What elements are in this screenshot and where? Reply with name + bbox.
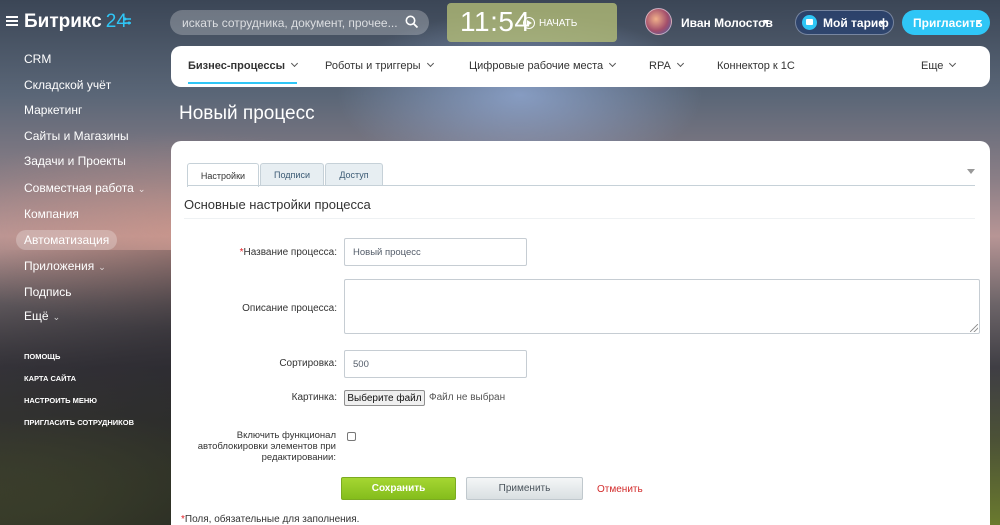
sidebar-link-invite-employees[interactable]: ПРИГЛАСИТЬ СОТРУДНИКОВ — [24, 418, 134, 427]
image-label: Картинка: — [291, 392, 337, 403]
subnav-label: Цифровые рабочие места — [469, 60, 604, 72]
autolock-label: Включить функционал автоблокировки элеме… — [197, 430, 336, 463]
process-name-input[interactable] — [344, 238, 527, 266]
chevron-down-icon — [949, 59, 957, 68]
choose-file-button[interactable]: Выберите файл — [344, 390, 425, 406]
section-title: Основные настройки процесса — [184, 197, 371, 212]
chevron-down-icon — [609, 59, 617, 68]
process-name-label: *Название процесса: — [240, 247, 337, 258]
logo-text: Битрикс — [24, 11, 102, 32]
chevron-down-icon — [879, 21, 885, 25]
file-status: Файл не выбран — [429, 392, 506, 403]
sidebar-item-more[interactable]: Ещё ⌄ — [24, 309, 60, 323]
logo-settings-icon — [121, 15, 133, 27]
subnav-label: Еще — [921, 60, 944, 72]
search-icon[interactable] — [405, 15, 419, 29]
sidebar-item-company[interactable]: Компания — [24, 207, 79, 221]
sort-input[interactable] — [344, 350, 527, 378]
invite-label: Пригласить — [913, 15, 983, 30]
sidebar-link-help[interactable]: ПОМОЩЬ — [24, 352, 60, 361]
collapse-caret-icon[interactable] — [967, 169, 975, 174]
subnav-label: Роботы и триггеры — [325, 60, 421, 72]
sidebar-item-marketing[interactable]: Маркетинг — [24, 103, 82, 117]
chevron-down-icon[interactable] — [763, 20, 769, 24]
logo[interactable]: Битрикс 24 — [24, 11, 127, 33]
start-label: НАЧАТЬ — [539, 17, 578, 29]
tab-divider — [187, 185, 975, 186]
sidebar-item-label: Приложения — [24, 259, 95, 273]
search-box — [170, 10, 429, 35]
sidebar-item-sites[interactable]: Сайты и Магазины — [24, 129, 129, 143]
save-button[interactable]: Сохранить — [341, 477, 456, 500]
process-description-label: Описание процесса: — [242, 303, 337, 314]
tab-signatures[interactable]: Подписи — [260, 163, 324, 186]
chevron-down-icon — [976, 20, 982, 24]
tab-more[interactable]: Еще — [921, 59, 957, 72]
sidebar-item-collaboration[interactable]: Совместная работа ⌄ — [24, 181, 145, 195]
chevron-down-icon — [290, 59, 299, 68]
chevron-down-icon: ⌄ — [52, 312, 61, 322]
clock: 11:54 — [460, 6, 531, 37]
required-note-text: Поля, обязательные для заполнения. — [184, 514, 360, 525]
process-name-label-text: Название процесса: — [243, 247, 337, 258]
sidebar-item-label: Совместная работа — [24, 181, 134, 195]
sidebar-link-sitemap[interactable]: КАРТА САЙТА — [24, 374, 76, 383]
sidebar-item-apps[interactable]: Приложения ⌄ — [24, 259, 106, 273]
sidebar-item-signature[interactable]: Подпись — [24, 285, 72, 299]
tariff-icon — [802, 15, 817, 30]
autolock-checkbox[interactable] — [347, 432, 356, 441]
start-workday-button[interactable]: НАЧАТЬ — [523, 17, 577, 29]
apply-button[interactable]: Применить — [466, 477, 583, 500]
subnav-label: RPA — [649, 60, 671, 72]
page-title: Новый процесс — [179, 103, 315, 124]
workday-widget[interactable]: 11:54 НАЧАТЬ — [447, 3, 617, 42]
sidebar-item-tasks[interactable]: Задачи и Проекты — [24, 154, 126, 168]
sidebar-item-crm[interactable]: CRM — [24, 52, 51, 66]
chevron-down-icon — [426, 59, 434, 68]
tab-1c-connector[interactable]: Коннектор к 1С — [717, 60, 795, 72]
sidebar-item-warehouse[interactable]: Складской учёт — [24, 78, 111, 92]
tab-robots-triggers[interactable]: Роботы и триггеры — [325, 59, 434, 72]
sidebar-item-automation[interactable]: Автоматизация — [16, 230, 118, 250]
process-settings-card: Настройки Подписи Доступ Основные настро… — [171, 141, 990, 525]
process-description-textarea[interactable] — [344, 279, 980, 334]
subnav-label: Коннектор к 1С — [717, 60, 795, 72]
resize-handle-icon[interactable] — [970, 324, 978, 332]
tab-access[interactable]: Доступ — [325, 163, 383, 186]
sidebar-link-configure-menu[interactable]: НАСТРОИТЬ МЕНЮ — [24, 396, 97, 405]
sort-label: Сортировка: — [279, 358, 337, 369]
cancel-link[interactable]: Отменить — [597, 484, 643, 495]
tab-rpa[interactable]: RPA — [649, 59, 684, 72]
invite-button[interactable]: Пригласить — [902, 10, 990, 35]
chevron-down-icon — [676, 59, 684, 68]
menu-icon[interactable] — [6, 16, 18, 26]
chevron-down-icon: ⌄ — [137, 184, 146, 194]
top-bar: Битрикс24 11:54 НАЧАТЬ Иван Молостов Мой… — [0, 0, 1000, 44]
tab-digital-workplaces[interactable]: Цифровые рабочие места — [469, 59, 617, 72]
my-tariff-button[interactable]: Мой тариф — [795, 10, 894, 35]
sidebar-item-label: Ещё — [24, 309, 49, 323]
section-divider — [184, 218, 975, 219]
sub-navigation: Бизнес-процессы Роботы и триггеры Цифров… — [171, 46, 990, 87]
required-fields-note: *Поля, обязательные для заполнения. — [181, 514, 359, 525]
play-icon — [523, 17, 535, 29]
tab-settings[interactable]: Настройки — [187, 163, 259, 187]
avatar[interactable] — [645, 8, 672, 35]
search-input[interactable] — [182, 10, 397, 35]
subnav-label: Бизнес-процессы — [188, 60, 285, 72]
tab-business-processes[interactable]: Бизнес-процессы — [188, 59, 299, 84]
user-name[interactable]: Иван Молостов — [681, 16, 773, 30]
chevron-down-icon: ⌄ — [98, 262, 106, 272]
